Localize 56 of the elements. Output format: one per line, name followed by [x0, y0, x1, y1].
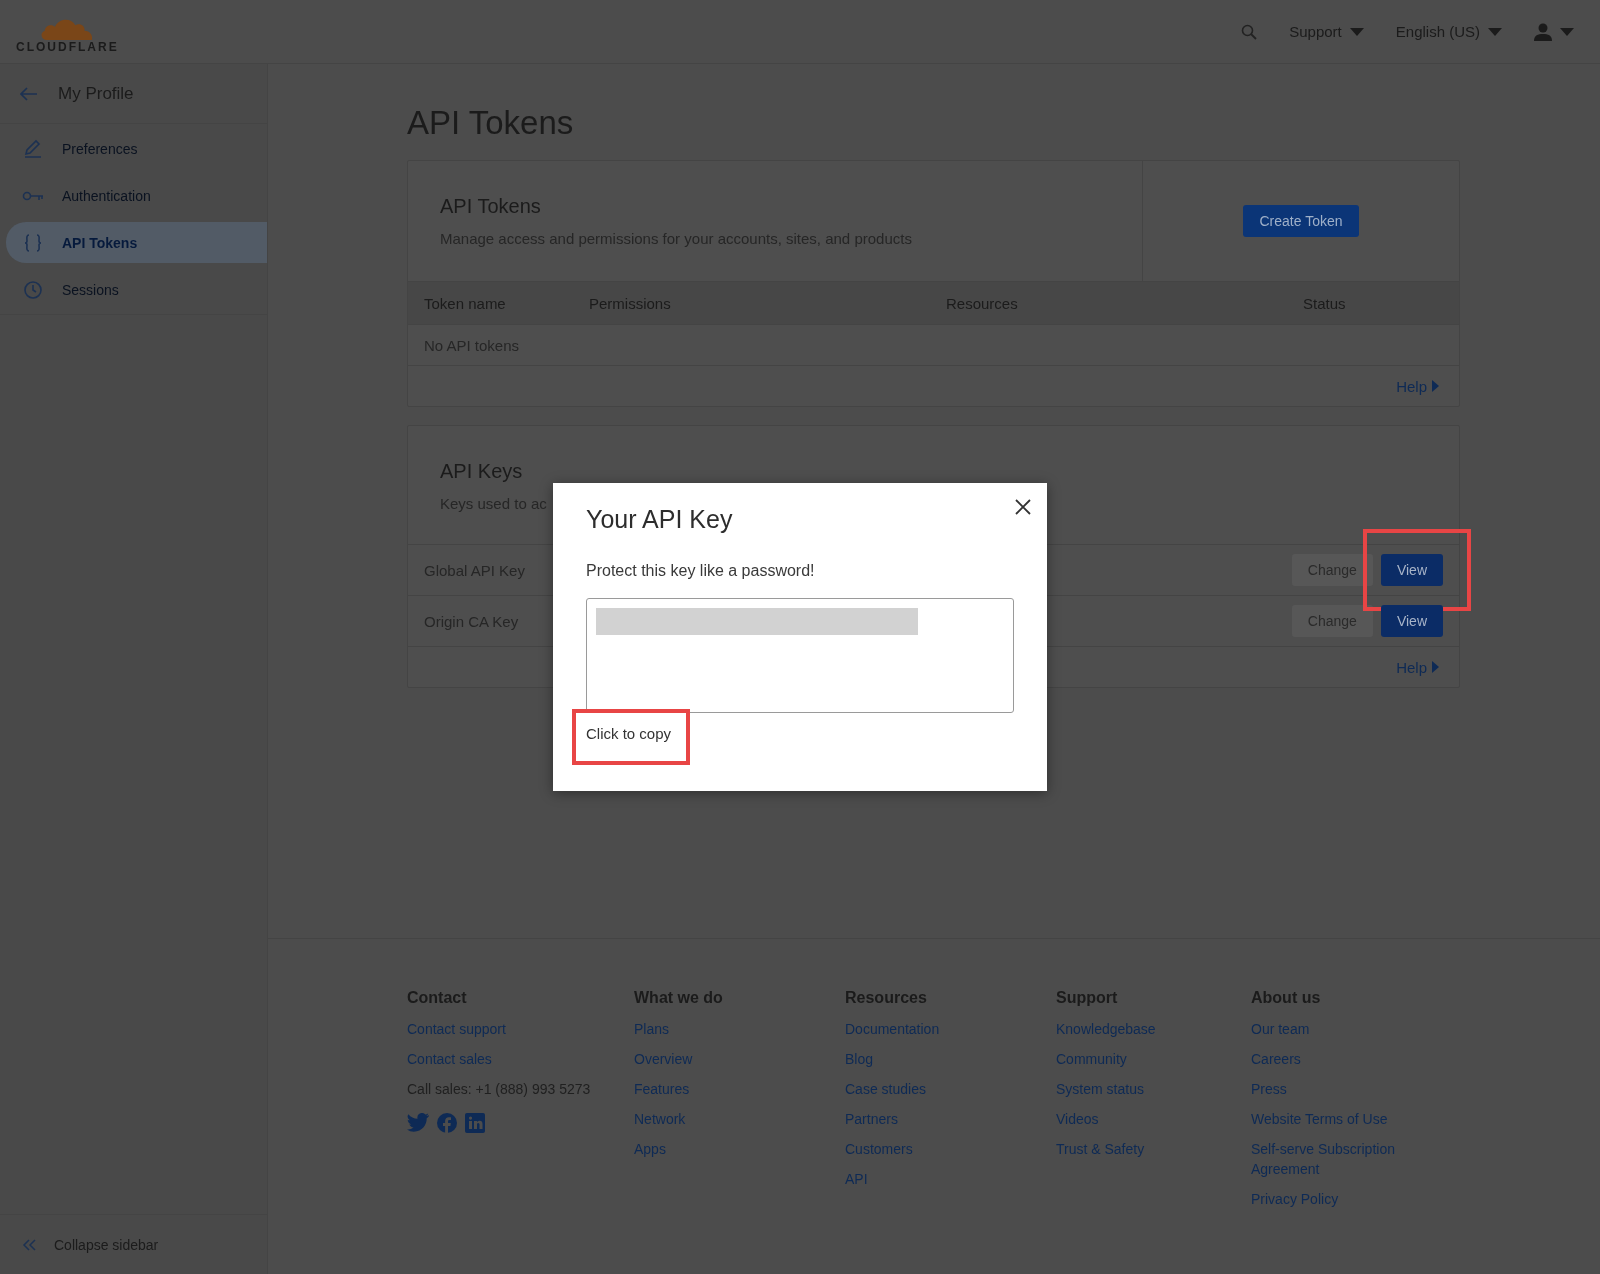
footer-link[interactable]: Case studies — [845, 1079, 1056, 1099]
footer-link[interactable]: Press — [1251, 1079, 1451, 1099]
caret-icon — [1560, 27, 1574, 36]
footer-link[interactable]: Contact support — [407, 1019, 634, 1039]
warning-message: Protect this key like a password! — [586, 562, 816, 580]
footer-link[interactable]: System status — [1056, 1079, 1251, 1099]
create-token-button[interactable]: Create Token — [1243, 205, 1359, 237]
view-button[interactable]: View — [1380, 605, 1443, 637]
close-icon — [1015, 499, 1031, 515]
caret-icon — [1349, 27, 1364, 36]
footer-link[interactable]: Network — [634, 1109, 845, 1129]
footer-link[interactable]: Blog — [845, 1049, 1056, 1069]
user-icon — [1534, 22, 1552, 41]
braces-icon — [23, 232, 43, 253]
api-key-field[interactable] — [586, 598, 1014, 713]
footer-link[interactable]: Knowledgebase — [1056, 1019, 1251, 1039]
help-link[interactable]: Help — [1396, 377, 1439, 395]
footer-link[interactable]: Trust & Safety — [1056, 1139, 1251, 1159]
caret-right-icon — [1432, 661, 1439, 673]
pencil-icon — [23, 138, 43, 159]
sidebar-item[interactable]: Authentication — [6, 175, 267, 216]
footer-link[interactable]: Videos — [1056, 1109, 1251, 1129]
bird-icon[interactable] — [407, 1113, 429, 1132]
footer-link[interactable]: API — [845, 1169, 1056, 1189]
close-button[interactable] — [1015, 499, 1031, 515]
linkedin-icon[interactable] — [465, 1113, 485, 1133]
footer-link[interactable]: Website Terms of Use — [1251, 1109, 1451, 1129]
modal-title: Your API Key — [586, 505, 734, 534]
key-icon — [22, 189, 44, 202]
footer-link[interactable]: Contact sales — [407, 1049, 634, 1069]
sidebar-item[interactable]: Sessions — [6, 269, 267, 310]
footer-link[interactable]: Apps — [634, 1139, 845, 1159]
footer-link[interactable]: Privacy Policy — [1251, 1189, 1451, 1209]
footer-link[interactable]: Careers — [1251, 1049, 1451, 1069]
footer-link[interactable]: Documentation — [845, 1019, 1056, 1039]
footer-link[interactable]: Self-serve Subscription Agreement — [1251, 1139, 1451, 1179]
copy-link[interactable]: Click to copy — [586, 725, 672, 742]
footer-link[interactable]: Features — [634, 1079, 845, 1099]
sidebar-item[interactable]: Preferences — [6, 128, 267, 169]
facebook-icon[interactable] — [437, 1113, 457, 1133]
footer-link[interactable]: Partners — [845, 1109, 1056, 1129]
footer-link[interactable]: Overview — [634, 1049, 845, 1069]
clock-icon — [23, 279, 43, 300]
view-button[interactable]: View — [1380, 554, 1443, 586]
footer-link[interactable]: Our team — [1251, 1019, 1451, 1039]
caret-right-icon — [1432, 380, 1439, 392]
sidebar-item[interactable]: API Tokens — [6, 222, 267, 263]
user-menu[interactable] — [1534, 22, 1574, 41]
footer-link[interactable]: Community — [1056, 1049, 1251, 1069]
search-icon[interactable] — [1241, 23, 1258, 40]
double-chevron-icon — [22, 1238, 36, 1251]
footer-link[interactable]: Customers — [845, 1139, 1056, 1159]
help-link[interactable]: Help — [1396, 658, 1439, 676]
footer-link[interactable]: Plans — [634, 1019, 845, 1039]
back-arrow-icon — [20, 86, 38, 101]
caret-icon — [1488, 27, 1502, 36]
